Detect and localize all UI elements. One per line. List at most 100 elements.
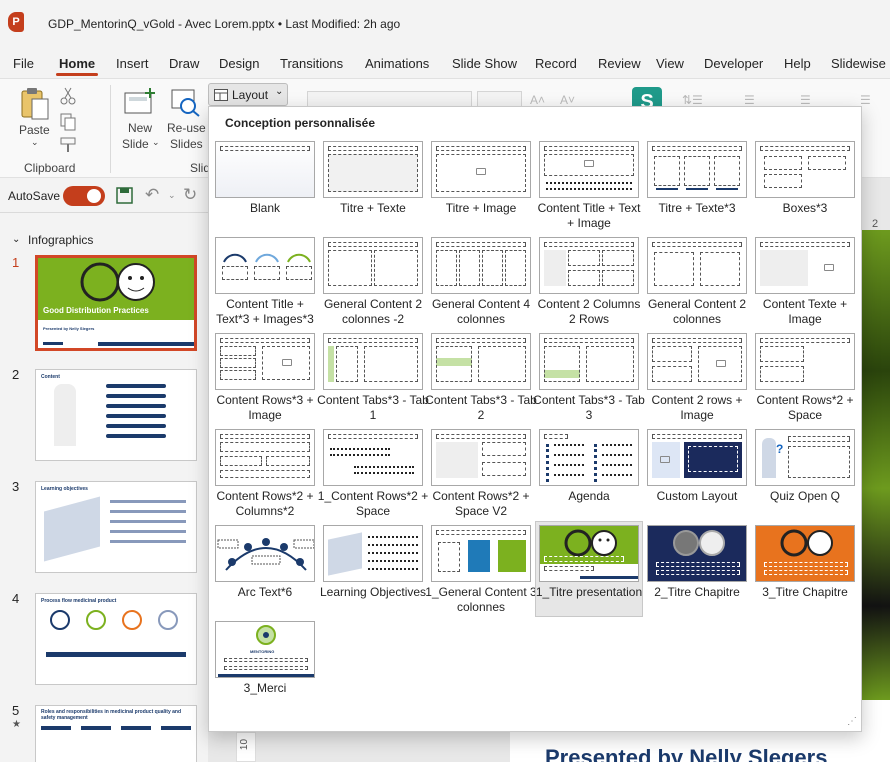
document-title[interactable]: GDP_MentorinQ_vGold - Avec Lorem.pptx • … [48,17,400,31]
layout-preview [215,141,315,198]
reuse-slides-button[interactable]: Re-use [167,121,206,135]
layout-label: Content 2 rows + Image [651,393,743,422]
save-icon[interactable] [116,187,134,205]
layout-label: 3_Titre Chapitre [762,585,848,599]
undo-icon[interactable]: ↶ [145,185,159,205]
section-collapse-icon[interactable]: ⌄ [12,234,20,245]
slide-5-col-header [41,726,71,730]
ruler-number: 2 [872,218,879,230]
layout-preview [539,429,639,486]
new-slide-button-line2[interactable]: Slide [122,137,149,151]
tab-draw[interactable]: Draw [169,56,199,71]
powerpoint-icon: P [8,12,24,32]
format-painter-icon[interactable] [60,137,78,153]
layout-label: Content Tabs*3 - Tab 3 [533,393,645,422]
clipboard-group-label: Clipboard [24,161,76,175]
tab-insert[interactable]: Insert [116,56,149,71]
bullets-icon[interactable]: ☰ [692,93,703,107]
text-direction-icon[interactable]: ⇅ [682,93,692,107]
copy-icon[interactable] [60,113,78,131]
slide-thumbnail-2[interactable]: Content [35,369,197,461]
slide-2-bullet [106,404,166,408]
slide-1-illustration [80,262,155,302]
layout-button[interactable]: Layout ⌄ [208,83,288,106]
section-title[interactable]: Infographics [28,233,93,247]
paste-button[interactable]: Paste [19,123,50,137]
decrease-font-icon[interactable]: A˅ [560,93,575,107]
picture-placeholder-icon [282,359,292,366]
numbering-icon[interactable]: ☰ [744,93,755,107]
tab-slide-show[interactable]: Slide Show [452,56,517,71]
layout-preview [539,237,639,294]
slide-5-col-header [81,726,111,730]
tab-design[interactable]: Design [219,56,259,71]
slide-2-bullet [106,424,166,428]
slide-thumbnail-5[interactable]: Roles and responsibilities in medicinal … [35,705,197,762]
slide-thumbnail-3[interactable]: Learning objectives [35,481,197,573]
tab-help[interactable]: Help [784,56,811,71]
layout-label: Content Title + Text + Image [537,201,641,230]
reuse-slides-icon[interactable] [171,89,201,117]
cut-icon[interactable] [60,87,76,105]
layout-label: General Content 2 colonnes [647,297,747,326]
paste-icon[interactable] [20,87,50,121]
undo-dropdown-icon[interactable]: ⌄ [168,190,176,201]
tab-record[interactable]: Record [535,56,577,71]
reuse-slides-button-line2[interactable]: Slides [170,137,203,151]
slide-3-title: Learning objectives [41,486,88,492]
picture-placeholder-icon [716,360,726,367]
autosave-toggle-knob [87,189,101,203]
ribbon-separator [110,85,111,173]
layout-preview: ? [755,429,855,486]
slide-number: 3 [12,479,20,494]
tab-animations[interactable]: Animations [365,56,429,71]
layout-preview [431,141,531,198]
slide-3-line [110,500,186,503]
slide-2-bullet [106,434,166,438]
paste-dropdown-icon[interactable]: ⌄ [31,137,39,148]
tab-transitions[interactable]: Transitions [280,56,343,71]
layout-preview [323,141,423,198]
new-slide-dropdown-icon[interactable]: ⌄ [152,137,160,148]
layout-preview [755,237,855,294]
tab-review[interactable]: Review [598,56,641,71]
new-slide-icon[interactable] [124,87,156,117]
layout-preview [215,525,315,582]
resize-grip-icon[interactable]: ⋰ [847,716,857,727]
slide-thumbnail-1[interactable]: Good Distribution Practices Presented by… [35,255,197,351]
slide-5-col-header [161,726,191,730]
slide-4-step-icon [122,610,142,630]
redo-icon[interactable]: ↻ [183,185,197,205]
layout-preview [431,237,531,294]
slide-number: 4 [12,591,20,606]
slide-number: 5 [12,703,20,718]
new-slide-button[interactable]: New [128,121,152,135]
autosave-toggle[interactable] [63,186,105,206]
increase-font-icon[interactable]: A˄ [530,93,545,107]
layout-label: Content Rows*2 + Columns*2 [216,489,314,518]
layout-preview [755,333,855,390]
slide-3-line [110,520,186,523]
tab-view[interactable]: View [656,56,684,71]
layout-icon [214,89,228,101]
tab-slidewise[interactable]: Slidewise [831,56,886,71]
tab-developer[interactable]: Developer [704,56,763,71]
tab-file[interactable]: File [13,56,34,71]
layout-preview [539,141,639,198]
autosave-label: AutoSave [8,189,61,203]
layout-preview [647,237,747,294]
align-icon[interactable]: ☰ [860,93,871,107]
indent-icon[interactable]: ☰ [800,93,811,107]
slide-thumbnail-4[interactable]: Process flow medicinal product [35,593,197,685]
layout-preview [647,429,747,486]
picture-placeholder-icon [584,160,594,167]
tab-home[interactable]: Home [59,56,95,71]
slide-1-logo [43,342,63,345]
layout-label: General Content 4 colonnes [431,297,531,326]
layout-label: Content Tabs*3 - Tab 2 [425,393,537,422]
slide-2-bullet [106,394,166,398]
slide-1-subtitle: Presented by Nelly Slegers [43,326,95,331]
layout-gallery-header: Conception personnalisée [225,116,376,130]
layout-preview [431,429,531,486]
layout-preview [539,333,639,390]
